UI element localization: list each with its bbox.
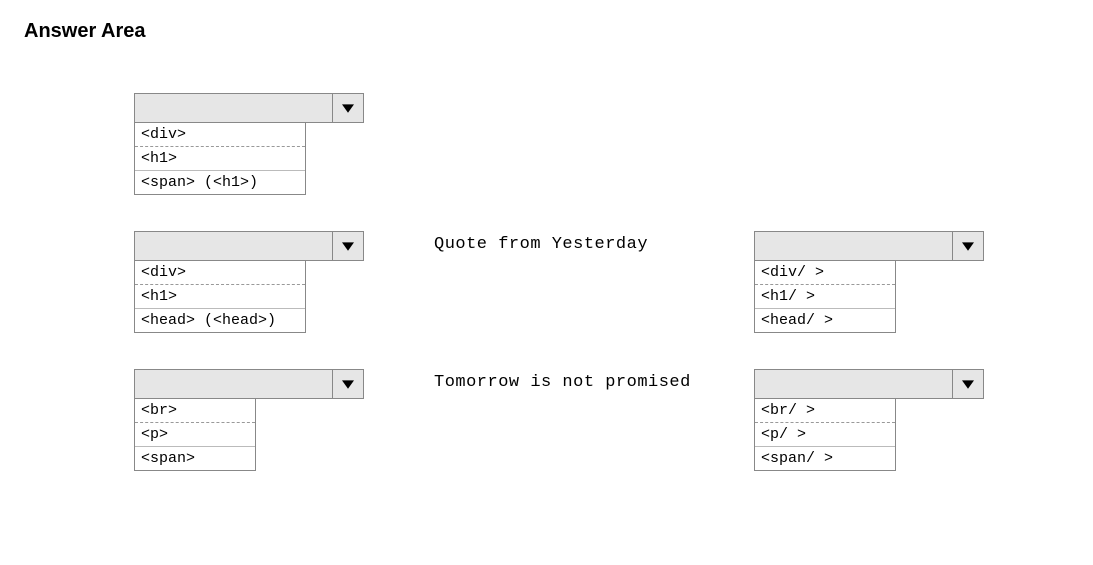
dropdown-option[interactable]: <h1> (135, 147, 305, 171)
dropdown-r2-right[interactable]: <div/ > <h1/ > <head/ > (754, 231, 984, 333)
dropdown-option[interactable]: <br> (135, 399, 255, 423)
dropdown-value (135, 232, 332, 260)
dropdown-r2-left[interactable]: <div> <h1> <head> (<head>) (134, 231, 364, 333)
label-tomorrow: Tomorrow is not promised (434, 373, 691, 392)
dropdown-value (755, 370, 952, 398)
dropdown-option[interactable]: <head/ > (755, 309, 895, 332)
label-quote: Quote from Yesterday (434, 235, 648, 254)
chevron-down-icon[interactable] (332, 370, 363, 398)
dropdown-head[interactable] (754, 369, 984, 399)
dropdown-list: <br> <p> <span> (134, 399, 256, 471)
chevron-down-icon[interactable] (332, 94, 363, 122)
dropdown-value (135, 94, 332, 122)
dropdown-option[interactable]: <span> (135, 447, 255, 470)
row-2: <div> <h1> <head> (<head>) Quote from Ye… (24, 231, 1069, 333)
dropdown-list: <div> <h1> <span> (<h1>) (134, 123, 306, 195)
dropdown-value (135, 370, 332, 398)
chevron-down-icon[interactable] (332, 232, 363, 260)
dropdown-r1-left[interactable]: <div> <h1> <span> (<h1>) (134, 93, 364, 195)
dropdown-option[interactable]: <br/ > (755, 399, 895, 423)
dropdown-r3-left[interactable]: <br> <p> <span> (134, 369, 364, 471)
dropdown-head[interactable] (754, 231, 984, 261)
dropdown-head[interactable] (134, 93, 364, 123)
dropdown-r3-right[interactable]: <br/ > <p/ > <span/ > (754, 369, 984, 471)
dropdown-head[interactable] (134, 369, 364, 399)
chevron-down-icon[interactable] (952, 370, 983, 398)
dropdown-head[interactable] (134, 231, 364, 261)
dropdown-option[interactable]: <h1/ > (755, 285, 895, 309)
chevron-down-icon[interactable] (952, 232, 983, 260)
dropdown-option[interactable]: <span/ > (755, 447, 895, 470)
dropdown-option[interactable]: <p> (135, 423, 255, 447)
row-3: <br> <p> <span> Tomorrow is not promised… (24, 369, 1069, 471)
dropdown-option[interactable]: <p/ > (755, 423, 895, 447)
dropdown-option[interactable]: <div> (135, 261, 305, 285)
dropdown-option[interactable]: <div/ > (755, 261, 895, 285)
dropdown-option[interactable]: <h1> (135, 285, 305, 309)
dropdown-option[interactable]: <head> (<head>) (135, 309, 305, 332)
dropdown-list: <div/ > <h1/ > <head/ > (754, 261, 896, 333)
dropdown-option[interactable]: <div> (135, 123, 305, 147)
page-title: Answer Area (24, 20, 1069, 43)
row-1: <div> <h1> <span> (<h1>) (24, 93, 1069, 195)
dropdown-list: <br/ > <p/ > <span/ > (754, 399, 896, 471)
dropdown-value (755, 232, 952, 260)
dropdown-list: <div> <h1> <head> (<head>) (134, 261, 306, 333)
dropdown-option[interactable]: <span> (<h1>) (135, 171, 305, 194)
